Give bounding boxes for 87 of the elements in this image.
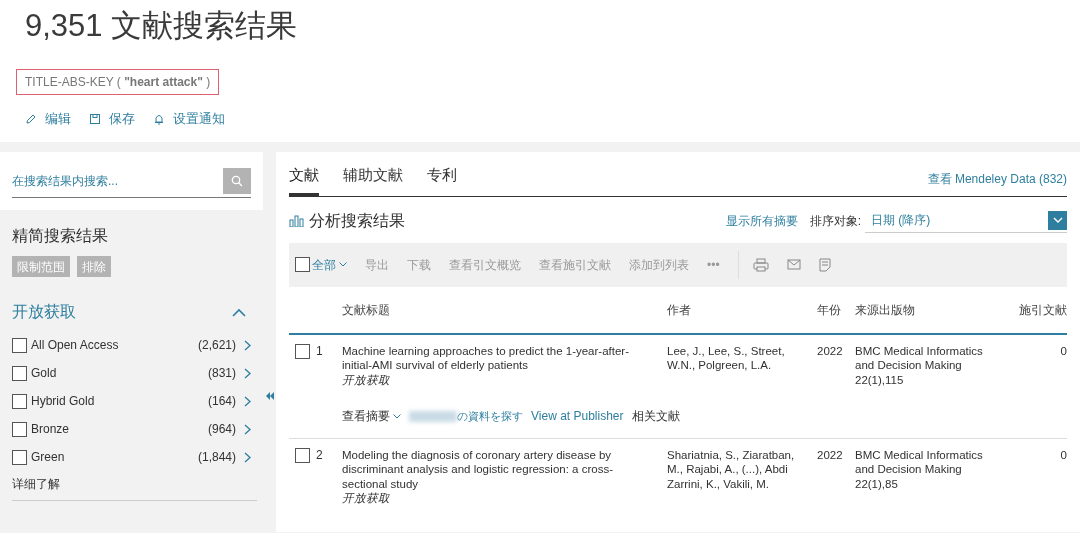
facet-count: (831) <box>208 365 236 382</box>
source-cell-text: BMC Medical Informatics and Decision Making <box>855 447 984 477</box>
search-icon <box>231 175 243 187</box>
bar-chart-icon <box>289 214 305 227</box>
find-resource-link[interactable]: の資料を探す <box>457 409 523 424</box>
query-string: TITLE-ABS-KEY ( "heart attack" ) <box>16 69 220 95</box>
pencil-icon <box>25 112 37 125</box>
facet-label: All Open Access <box>31 337 120 354</box>
toolbar-action[interactable]: 查看引文概览 <box>449 255 521 274</box>
email-icon[interactable] <box>786 259 801 270</box>
checkbox[interactable] <box>12 365 27 381</box>
sort-label: 排序对象: <box>809 212 861 230</box>
tab[interactable]: 专利 <box>427 164 457 196</box>
facet-count: (964) <box>208 421 236 438</box>
column-header[interactable]: 文献标题 <box>342 300 667 319</box>
document-title-link[interactable]: Machine learning approaches to predict the 1-year-after-initial-AMI survival of elderly patients <box>342 343 657 373</box>
chevron-down-icon <box>339 262 347 267</box>
search-button[interactable] <box>223 168 251 194</box>
row-number: 1 <box>316 343 323 358</box>
toolbar-action[interactable]: ••• <box>707 255 720 274</box>
chevron-up-icon[interactable] <box>232 307 246 317</box>
column-header[interactable]: 施引文献 <box>1005 300 1067 319</box>
blurred-redaction <box>409 410 457 422</box>
select-all-checkbox[interactable] <box>295 257 310 272</box>
chevron-down-icon <box>393 413 401 419</box>
select-all-dropdown[interactable]: 全部 <box>312 255 347 274</box>
column-header[interactable]: 作者 <box>667 300 817 319</box>
facet-label: Hybrid Gold <box>31 393 96 410</box>
results-title: 9,351 文献搜索结果 <box>25 7 299 45</box>
chevron-right-icon[interactable] <box>244 367 251 379</box>
alert-link[interactable]: 设置通知 <box>153 109 225 129</box>
chevron-right-icon[interactable] <box>244 339 251 351</box>
learn-more-link[interactable]: 详细了解 <box>12 475 257 501</box>
facet-heading[interactable]: 开放获取 <box>12 300 76 324</box>
chevron-right-icon[interactable] <box>244 451 251 463</box>
volume-cell-text: 22(1),85 <box>855 476 899 491</box>
checkbox[interactable] <box>12 421 27 437</box>
facet-count: (2,621) <box>197 337 236 354</box>
sort-dropdown[interactable]: 日期 (降序) <box>865 208 1067 233</box>
publisher-link[interactable]: View at Publisher <box>531 409 624 424</box>
tab[interactable]: 文献 <box>289 164 319 196</box>
toolbar-action[interactable]: 导出 <box>365 255 389 274</box>
chevron-right-icon[interactable] <box>244 423 251 435</box>
authors-cell-text: Shariatnia, S., Ziaratban, M., Rajabi, A., (...), Abdi Zarrini, K., Vakili, M. <box>667 447 796 492</box>
checkbox[interactable] <box>12 337 27 353</box>
checkbox[interactable] <box>12 449 27 465</box>
analyze-results-link[interactable]: 分析搜索结果 <box>289 208 405 233</box>
chevron-right-icon[interactable] <box>244 395 251 407</box>
row-number: 2 <box>316 447 323 462</box>
row-checkbox[interactable] <box>295 343 310 359</box>
edit-link[interactable]: 编辑 <box>25 109 71 129</box>
related-documents-link[interactable]: 相关文献 <box>631 409 680 424</box>
column-header[interactable]: 来源出版物 <box>855 300 1005 319</box>
year-cell-text: 2022 <box>817 343 844 359</box>
print-icon[interactable] <box>752 257 769 272</box>
checkbox[interactable] <box>12 393 27 409</box>
cited-count: 0 <box>1059 447 1067 463</box>
open-access-label: 开放获取 <box>342 491 391 506</box>
document-title-link[interactable]: Modeling the diagnosis of coronary artery disease by discriminant analysis and logistic regression: a cross-sectional study <box>342 447 657 491</box>
facet-count: (1,844) <box>197 449 236 466</box>
toolbar-action[interactable]: 下载 <box>407 255 431 274</box>
refine-heading: 精简搜索结果 <box>12 226 109 246</box>
year-cell-text: 2022 <box>817 447 844 463</box>
authors-cell-text: Lee, J., Lee, S., Street, W.N., Polgreen, L.A. <box>667 343 786 373</box>
open-access-label: 开放获取 <box>342 372 391 387</box>
toolbar-action[interactable]: 查看施引文献 <box>539 255 611 274</box>
mendeley-link[interactable]: 查看 Mendeley Data (832) <box>927 169 1067 196</box>
view-abstract-link[interactable]: 查看摘要 <box>342 409 401 424</box>
save-link[interactable]: 保存 <box>89 109 135 129</box>
tab[interactable]: 辅助文献 <box>343 164 403 196</box>
facet-label: Gold <box>31 365 58 382</box>
show-abstracts-link[interactable]: 显示所有摘要 <box>725 211 798 230</box>
facet-label: Green <box>31 449 66 466</box>
save-icon <box>89 112 101 125</box>
bell-icon <box>153 112 165 125</box>
source-cell-text: BMC Medical Informatics and Decision Making <box>855 343 984 373</box>
volume-cell-text: 22(1),115 <box>855 372 905 387</box>
facet-label: Bronze <box>31 421 71 438</box>
collapse-icon[interactable] <box>264 392 275 400</box>
document-icon[interactable] <box>818 257 831 272</box>
dropdown-button[interactable] <box>1048 210 1067 230</box>
toolbar-action[interactable]: 添加到列表 <box>629 255 689 274</box>
chevron-down-icon <box>1052 217 1063 223</box>
row-checkbox[interactable] <box>295 447 310 463</box>
column-header[interactable]: 年份 <box>817 300 855 319</box>
cited-count: 0 <box>1059 343 1067 359</box>
facet-count: (164) <box>208 393 236 410</box>
